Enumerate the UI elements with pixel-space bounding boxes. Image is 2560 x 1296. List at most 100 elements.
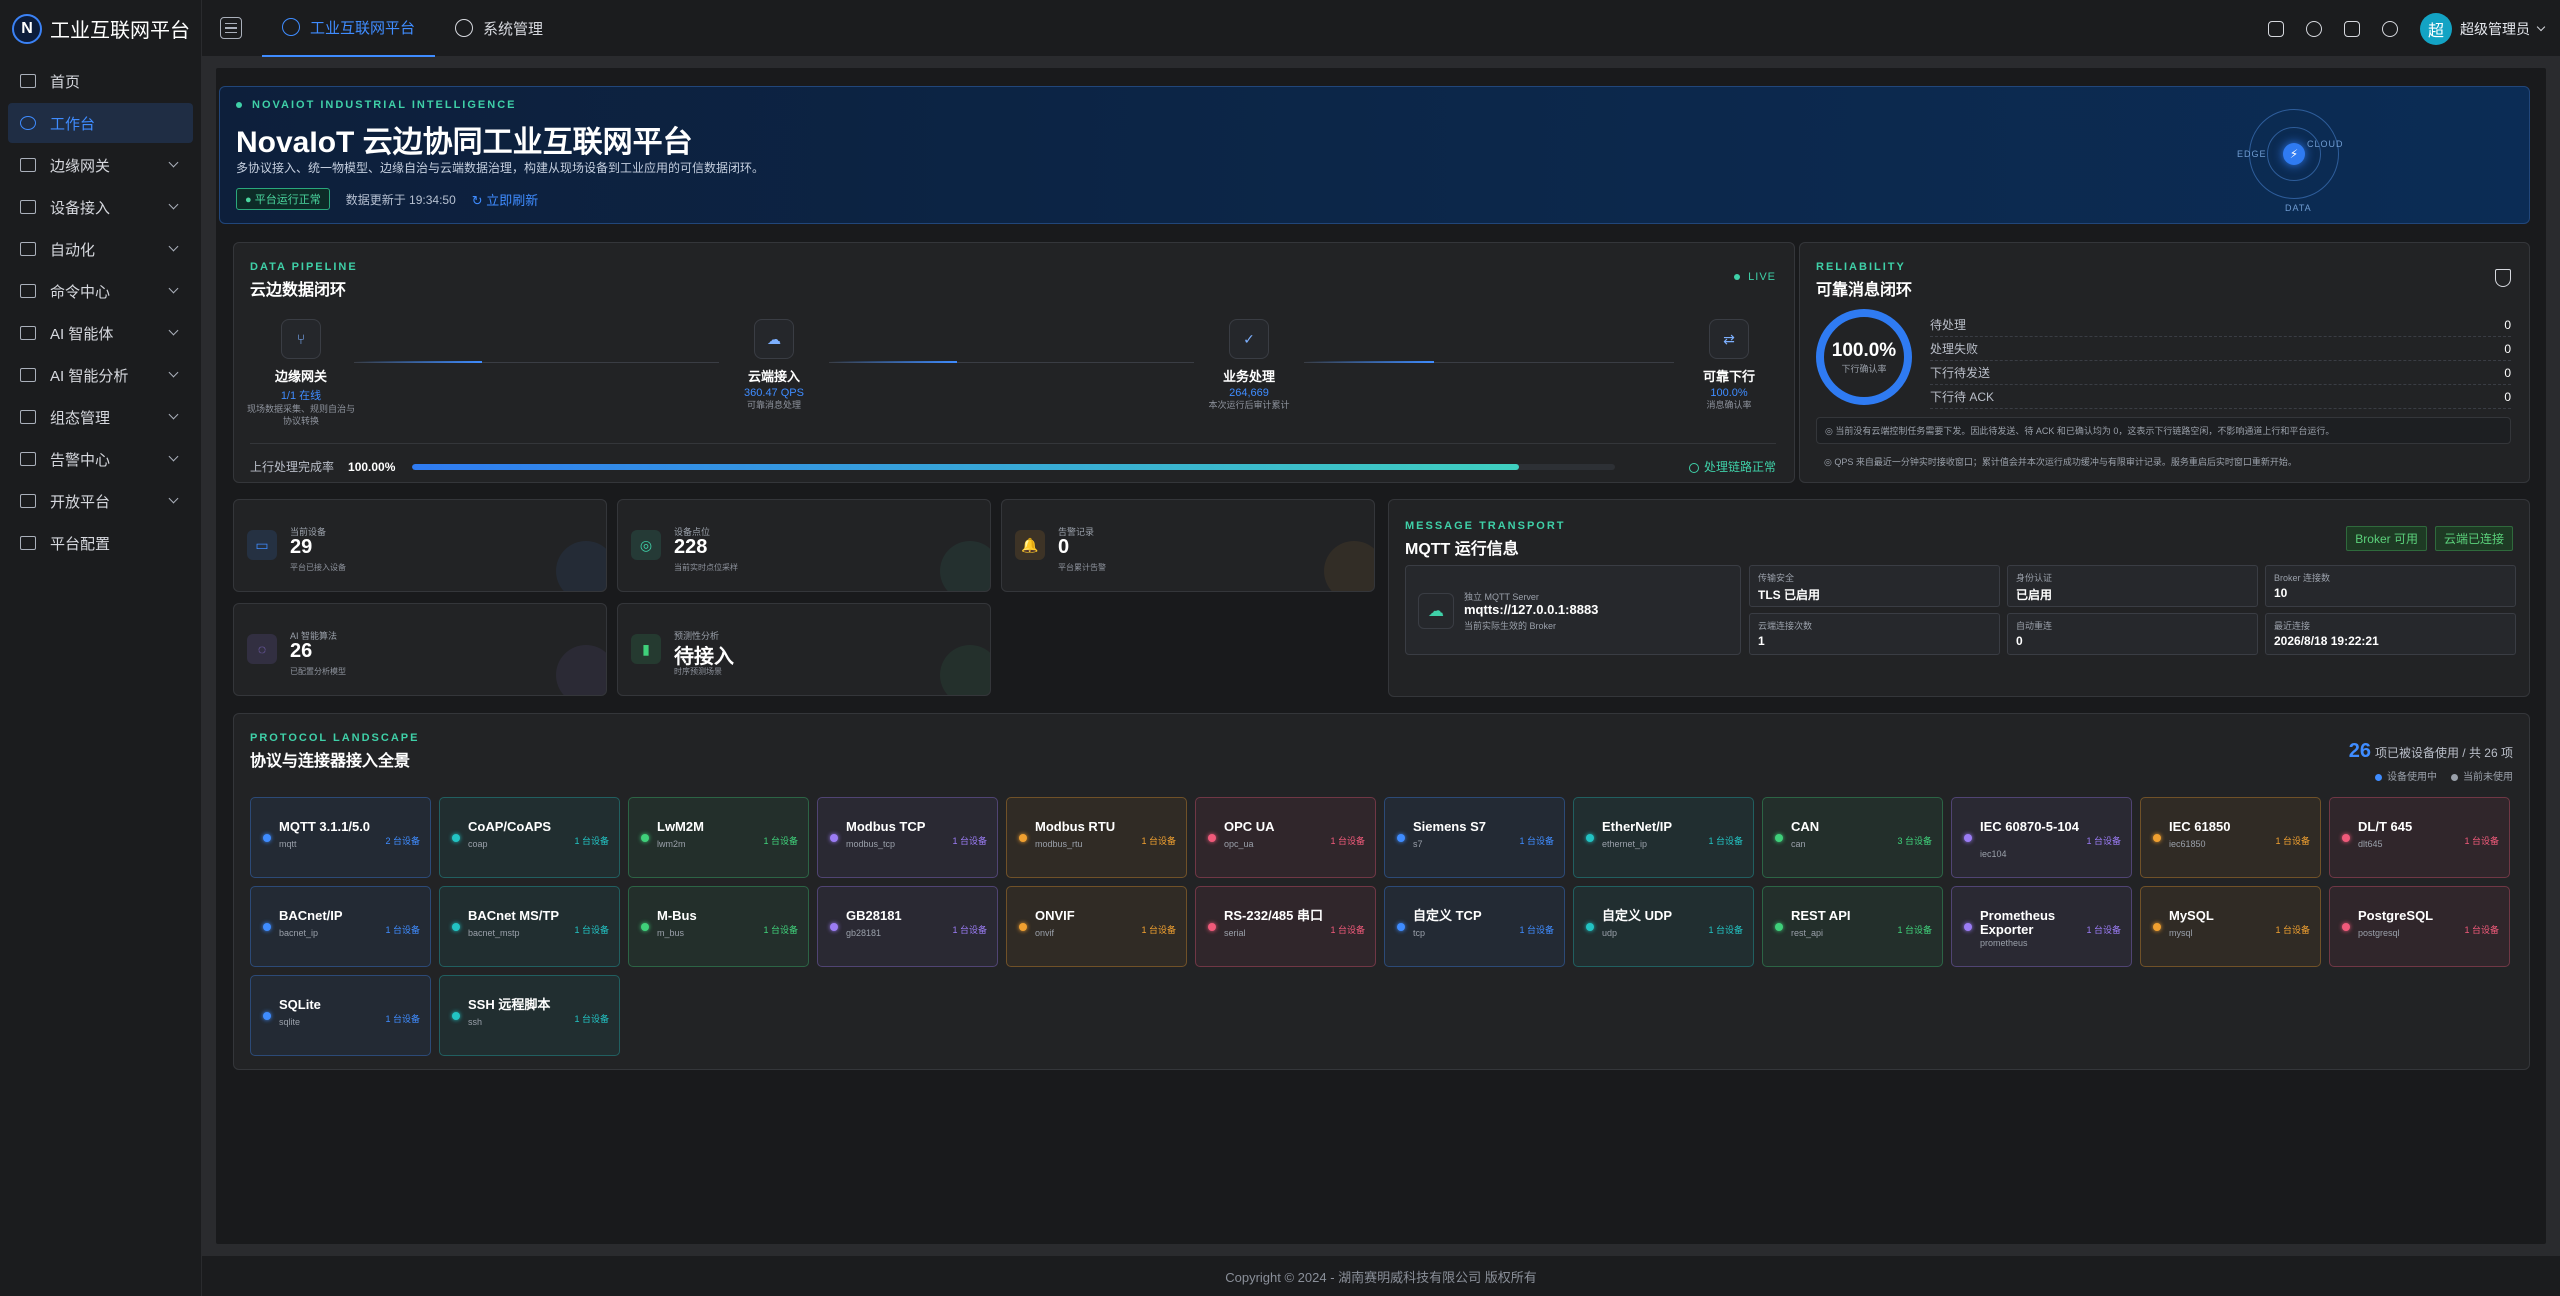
chevron-down-icon	[168, 409, 179, 420]
protocol-key: mysql	[2169, 928, 2193, 938]
server-desc: 当前实际生效的 Broker	[1464, 621, 1557, 631]
protocol-card[interactable]: IEC 60870-5-104 iec104 1 台设备	[1951, 797, 2132, 878]
protocol-name: SSH 远程脚本	[468, 997, 551, 1012]
sidebar-item-8[interactable]: 组态管理	[8, 397, 193, 437]
protocol-card[interactable]: MySQL mysql 1 台设备	[2140, 886, 2321, 967]
protocol-name: RS-232/485 串口	[1224, 908, 1323, 923]
tab-system-admin[interactable]: 系统管理	[435, 0, 563, 57]
protocol-usage: 1 台设备	[1330, 925, 1365, 935]
menu-icon	[20, 536, 36, 550]
protocol-usage: 1 台设备	[2086, 925, 2121, 935]
refresh-button[interactable]: ↻ 立即刷新	[472, 190, 539, 209]
protocol-card[interactable]: REST API rest_api 1 台设备	[1762, 886, 1943, 967]
protocol-card[interactable]: 自定义 TCP tcp 1 台设备	[1384, 886, 1565, 967]
swap-icon: ⇄	[1709, 319, 1749, 359]
protocol-key: gb28181	[846, 928, 882, 938]
protocol-key: coap	[468, 839, 488, 849]
protocol-card[interactable]: CoAP/CoAPS coap 1 台设备	[439, 797, 620, 878]
sidebar-item-label: 平台配置	[50, 535, 111, 553]
protocol-card[interactable]: EtherNet/IP ethernet_ip 1 台设备	[1573, 797, 1754, 878]
ack-rate-ring: 100.0% 下行确认率	[1816, 309, 1912, 405]
tab-label: 系统管理	[483, 20, 544, 38]
protocol-card[interactable]: BACnet/IP bacnet_ip 1 台设备	[250, 886, 431, 967]
user-menu[interactable]: 超 超级管理员	[2420, 12, 2546, 45]
sidebar-item-6[interactable]: AI 智能体	[8, 313, 193, 353]
sidebar-item-label: 开放平台	[50, 493, 111, 511]
hero-title: NovaIoT 云边协同工业互联网平台	[236, 126, 693, 159]
stat-desc: 平台累计告警	[1058, 563, 1106, 572]
protocol-usage: 1 台设备	[1141, 925, 1176, 935]
sidebar-item-0[interactable]: 首页	[8, 61, 193, 101]
fullscreen-icon[interactable]	[2344, 20, 2360, 37]
monitor-icon: ▭	[247, 530, 277, 560]
protocol-name: Modbus TCP	[846, 819, 926, 834]
stat-card[interactable]: ◎ 设备点位 228 当前实时点位采样	[617, 499, 991, 592]
stat-card[interactable]: ▭ 当前设备 29 平台已接入设备	[233, 499, 607, 592]
app-title: 工业互联网平台	[50, 20, 190, 42]
sidebar-item-label: 自动化	[50, 241, 96, 259]
status-dot	[1397, 923, 1405, 931]
protocol-card[interactable]: 自定义 UDP udp 1 台设备	[1573, 886, 1754, 967]
sidebar-item-4[interactable]: 自动化	[8, 229, 193, 269]
orbit-cloud-label: CLOUD	[2307, 139, 2344, 149]
menu-collapse-icon[interactable]	[220, 17, 242, 39]
protocol-name: PostgreSQL	[2358, 908, 2434, 923]
progress-label: 上行处理完成率	[250, 460, 335, 474]
protocol-card[interactable]: MQTT 3.1.1/5.0 mqtt 2 台设备	[250, 797, 431, 878]
sidebar-item-3[interactable]: 设备接入	[8, 187, 193, 227]
sidebar-item-7[interactable]: AI 智能分析	[8, 355, 193, 395]
settings-icon[interactable]	[2268, 20, 2284, 37]
sidebar-item-label: 组态管理	[50, 409, 111, 427]
stat-card[interactable]: ◌ AI 智能算法 26 已配置分析模型	[233, 603, 607, 696]
tab-iiot-platform[interactable]: 工业互联网平台	[262, 0, 436, 57]
protocol-card[interactable]: OPC UA opc_ua 1 台设备	[1195, 797, 1376, 878]
stat-card[interactable]: ▮ 预测性分析 待接入 时序预测场景	[617, 603, 991, 696]
protocol-card[interactable]: IEC 61850 iec61850 1 台设备	[2140, 797, 2321, 878]
protocol-card[interactable]: SSH 远程脚本 ssh 1 台设备	[439, 975, 620, 1056]
mqtt-info-item: 自动重连 0	[2007, 613, 2258, 655]
protocol-legend: 设备使用中 当前未使用	[2375, 768, 2513, 783]
protocol-card[interactable]: RS-232/485 串口 serial 1 台设备	[1195, 886, 1376, 967]
protocol-card[interactable]: BACnet MS/TP bacnet_mstp 1 台设备	[439, 886, 620, 967]
user-name: 超级管理员	[2460, 20, 2530, 37]
protocol-count: 26 项已被设备使用 / 共 26 项	[2348, 740, 2513, 762]
protocol-card[interactable]: LwM2M lwm2m 1 台设备	[628, 797, 809, 878]
stat-card[interactable]: 🔔 告警记录 0 平台累计告警	[1001, 499, 1375, 592]
bell-icon[interactable]	[2306, 20, 2322, 37]
sidebar-item-5[interactable]: 命令中心	[8, 271, 193, 311]
sidebar-item-9[interactable]: 告警中心	[8, 439, 193, 479]
protocol-card[interactable]: ONVIF onvif 1 台设备	[1006, 886, 1187, 967]
legend-unused: 当前未使用	[2451, 768, 2513, 783]
app-logo[interactable]: N 工业互联网平台	[0, 0, 201, 57]
sidebar-item-10[interactable]: 开放平台	[8, 481, 193, 521]
protocol-card[interactable]: DL/T 645 dlt645 1 台设备	[2329, 797, 2510, 878]
stat-value: 26	[290, 640, 313, 662]
sidebar-item-2[interactable]: 边缘网关	[8, 145, 193, 185]
sidebar-item-11[interactable]: 平台配置	[8, 523, 193, 563]
menu-icon	[20, 368, 36, 382]
protocol-grid: MQTT 3.1.1/5.0 mqtt 2 台设备 CoAP/CoAPS coap 1 台…	[250, 797, 2510, 1056]
protocol-card[interactable]: PostgreSQL postgresql 1 台设备	[2329, 886, 2510, 967]
protocol-card[interactable]: CAN can 3 台设备	[1762, 797, 1943, 878]
protocol-card[interactable]: SQLite sqlite 1 台设备	[250, 975, 431, 1056]
theme-icon[interactable]	[2382, 20, 2398, 37]
chevron-down-icon	[168, 241, 179, 252]
server-url: mqtts://127.0.0.1:8883	[1464, 602, 1599, 617]
sidebar-item-1[interactable]: 工作台	[8, 103, 193, 143]
protocol-usage: 1 台设备	[763, 925, 798, 935]
status-dot	[1775, 834, 1783, 842]
progress-bar	[412, 463, 1615, 470]
protocol-key: dlt645	[2358, 839, 2383, 849]
protocol-name: DL/T 645	[2358, 819, 2413, 834]
protocol-card[interactable]: Modbus RTU modbus_rtu 1 台设备	[1006, 797, 1187, 878]
protocol-name: Siemens S7	[1413, 819, 1486, 834]
protocol-card[interactable]: GB28181 gb28181 1 台设备	[817, 886, 998, 967]
protocol-usage: 1 台设备	[1708, 925, 1743, 935]
protocol-card[interactable]: M-Bus m_bus 1 台设备	[628, 886, 809, 967]
decor-circle	[1324, 541, 1374, 591]
protocol-card[interactable]: Prometheus Exporter prometheus 1 台设备	[1951, 886, 2132, 967]
protocol-name: CoAP/CoAPS	[468, 819, 552, 834]
protocol-card[interactable]: Modbus TCP modbus_tcp 1 台设备	[817, 797, 998, 878]
protocol-usage: 1 台设备	[763, 836, 798, 846]
protocol-card[interactable]: Siemens S7 s7 1 台设备	[1384, 797, 1565, 878]
